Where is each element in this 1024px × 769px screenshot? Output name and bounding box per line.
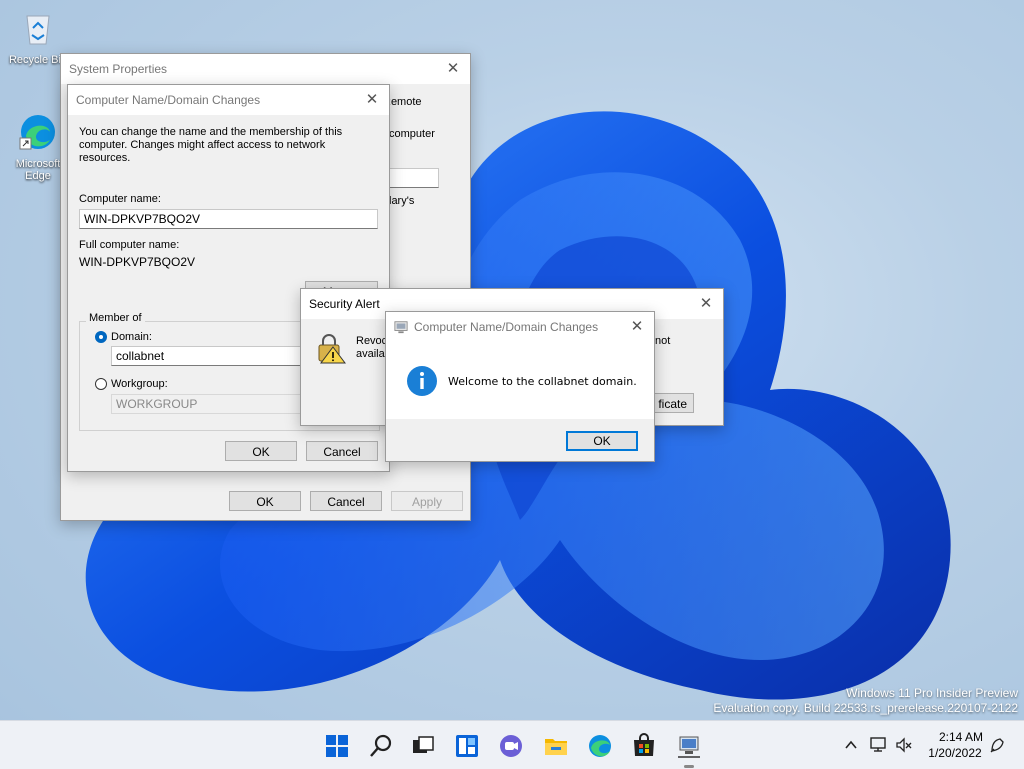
search-icon[interactable] xyxy=(368,733,394,759)
recycle-bin-label: Recycle Bin xyxy=(8,54,68,66)
system-properties-title: System Properties xyxy=(69,62,168,76)
recycle-bin-desktop-icon[interactable]: Recycle Bin xyxy=(8,8,68,66)
revoc-partial-text: Revoc xyxy=(356,335,388,347)
computer-name-input[interactable]: WIN-DPKVP7BQO2V xyxy=(79,209,378,229)
cancel-button[interactable]: Cancel xyxy=(306,441,378,461)
close-icon[interactable]: ✕ xyxy=(442,58,464,80)
description-text: You can change the name and the membersh… xyxy=(79,126,343,164)
watermark-line-2: Evaluation copy. Build 22533.rs_prerelea… xyxy=(713,701,1018,715)
edge-icon[interactable] xyxy=(587,733,613,759)
welcome-titlebar[interactable]: Computer Name/Domain Changes ✕ xyxy=(386,312,654,342)
notifications-icon[interactable] xyxy=(988,736,1006,754)
chat-icon[interactable] xyxy=(498,733,524,759)
close-icon[interactable]: ✕ xyxy=(626,316,648,338)
edge-label: Microsoft Edge xyxy=(15,158,61,182)
computer-icon xyxy=(394,321,408,334)
watermark-line-1: Windows 11 Pro Insider Preview xyxy=(846,686,1018,700)
domain-input[interactable]: collabnet xyxy=(111,346,301,366)
file-explorer-icon[interactable] xyxy=(543,733,569,759)
ok-button[interactable]: OK xyxy=(229,491,301,511)
workgroup-input[interactable]: WORKGROUP xyxy=(111,394,301,414)
edge-icon xyxy=(19,115,55,150)
domain-label[interactable]: Domain: xyxy=(111,331,152,343)
workgroup-label[interactable]: Workgroup: xyxy=(111,378,168,390)
description-input-partial[interactable] xyxy=(387,168,439,188)
partial-text-2: lary's xyxy=(389,195,415,207)
availa-partial-text: availa xyxy=(356,348,385,360)
cancel-button[interactable]: Cancel xyxy=(310,491,382,511)
domain-radio[interactable] xyxy=(95,331,107,343)
welcome-title: Computer Name/Domain Changes xyxy=(414,320,599,334)
network-icon[interactable] xyxy=(870,736,888,754)
workgroup-radio[interactable] xyxy=(95,378,107,390)
chevron-up-icon[interactable] xyxy=(844,738,858,752)
warning-lock-icon xyxy=(318,334,346,364)
ok-button[interactable]: OK xyxy=(225,441,297,461)
store-icon[interactable] xyxy=(631,733,657,759)
welcome-message: Welcome to the collabnet domain. xyxy=(448,375,637,388)
close-icon[interactable]: ✕ xyxy=(695,293,717,315)
taskbar: 2:14 AM 1/20/2022 xyxy=(0,720,1024,769)
member-of-label: Member of xyxy=(86,312,145,324)
computer-name-label: Computer name: xyxy=(79,193,161,205)
task-view-icon[interactable] xyxy=(410,733,436,759)
info-icon xyxy=(407,366,437,396)
network-app-icon[interactable] xyxy=(676,733,702,759)
computer-partial-text: computer xyxy=(389,128,435,140)
apply-button[interactable]: Apply xyxy=(391,491,463,511)
recycle-bin-icon xyxy=(26,15,50,45)
full-name-value: WIN-DPKVP7BQO2V xyxy=(79,255,196,269)
computer-name-title: Computer Name/Domain Changes xyxy=(76,93,261,107)
edge-desktop-icon[interactable]: Microsoft Edge xyxy=(8,112,68,182)
start-icon[interactable] xyxy=(324,733,350,759)
welcome-dialog: Computer Name/Domain Changes ✕ Welcome t… xyxy=(385,311,655,462)
widgets-icon[interactable] xyxy=(454,733,480,759)
clock-time[interactable]: 2:14 AM xyxy=(938,730,984,744)
ok-button[interactable]: OK xyxy=(566,431,638,451)
volume-muted-icon[interactable] xyxy=(895,736,913,754)
system-properties-titlebar[interactable]: System Properties ✕ xyxy=(61,54,470,84)
clock-date[interactable]: 1/20/2022 xyxy=(926,746,984,760)
not-partial-text: not xyxy=(655,335,671,347)
full-name-label: Full computer name: xyxy=(79,239,180,251)
computer-name-titlebar[interactable]: Computer Name/Domain Changes ✕ xyxy=(68,85,389,115)
close-icon[interactable]: ✕ xyxy=(361,89,383,111)
security-alert-title: Security Alert xyxy=(309,297,380,311)
